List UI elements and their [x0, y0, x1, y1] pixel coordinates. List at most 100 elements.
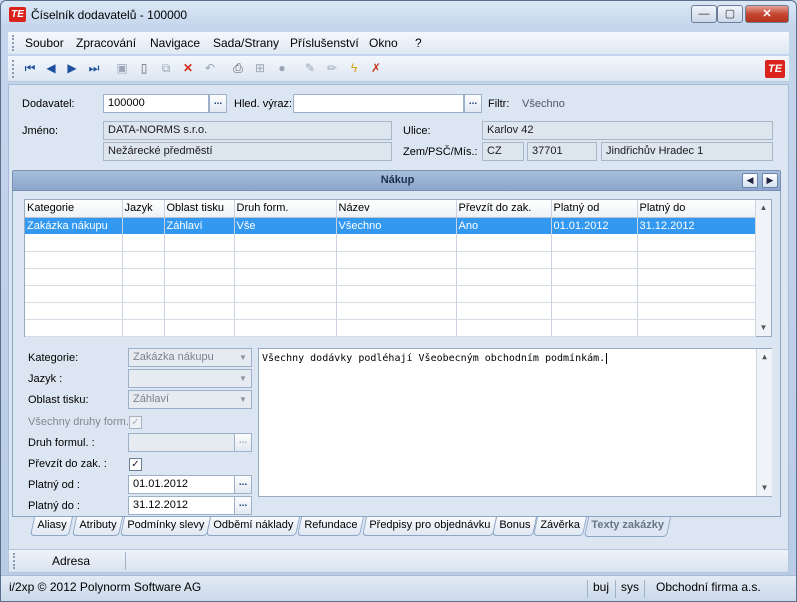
table-cell[interactable]: 01.01.2012 [551, 217, 638, 235]
last-record-icon[interactable]: ⏭ [86, 60, 102, 76]
table-row[interactable]: Zakázka nákupu Záhlaví Vše Všechno Ano 0… [25, 217, 756, 235]
stop-icon[interactable]: ● [274, 60, 290, 76]
close-button[interactable]: ✕ [745, 5, 789, 23]
save-icon[interactable]: ▣ [114, 60, 130, 76]
tab-odberni-naklady[interactable]: Odběmí náklady [205, 517, 301, 536]
address-tab[interactable]: Adresa [52, 554, 90, 568]
filtr-value: Všechno [522, 98, 565, 110]
column-header[interactable]: Převzít do zak. [456, 200, 552, 218]
column-header[interactable]: Platný od [551, 200, 638, 218]
prevzit-checkbox[interactable]: ✓ [129, 458, 142, 471]
empty-row[interactable] [25, 319, 756, 337]
table-cell[interactable]: Záhlaví [164, 217, 235, 235]
column-header[interactable]: Jazyk [122, 200, 165, 218]
first-record-icon[interactable]: ⏮ [22, 60, 38, 76]
menu-soubor[interactable]: Soubor [25, 36, 64, 50]
table-cell[interactable]: 31.12.2012 [637, 217, 756, 235]
maximize-button[interactable]: ▢ [717, 5, 743, 23]
druh-formul-input[interactable] [128, 433, 235, 452]
chevron-down-icon[interactable]: ▼ [235, 349, 251, 366]
pencil-icon[interactable]: ✏ [324, 60, 340, 76]
tab-predpisy[interactable]: Předpisy pro objednávku [361, 517, 498, 536]
minimize-button[interactable]: — [691, 5, 717, 23]
toolbar: ⏮ ◀ ▶ ⏭ ▣ ▯ ⧉ ✕ ↶ ⎙ ⊞ ● ✎ ✏ ϟ ✗ TE [8, 56, 789, 82]
jazyk-select[interactable] [128, 369, 252, 388]
tab-refundace[interactable]: Refundace [296, 517, 365, 536]
column-header[interactable]: Platný do [637, 200, 756, 218]
tab-aliasy[interactable]: Aliasy [29, 517, 74, 536]
vsechny-druhy-checkbox[interactable]: ✓ [129, 416, 142, 429]
ulice-field: Karlov 42 [482, 121, 773, 140]
platny-od-picker-button[interactable]: ... [234, 475, 252, 494]
lightning-icon[interactable]: ϟ [346, 60, 362, 76]
table-cell[interactable]: Vše [234, 217, 337, 235]
note-textarea[interactable]: Všechny dodávky podléhají Všeobecným obc… [258, 348, 772, 497]
delete-icon[interactable]: ✕ [180, 60, 196, 76]
platny-do-input[interactable]: 31.12.2012 [128, 496, 235, 515]
brand-logo-icon: TE [765, 60, 785, 78]
next-record-icon[interactable]: ▶ [64, 60, 80, 76]
print-icon[interactable]: ⎙ [230, 60, 246, 76]
note-scrollbar[interactable]: ▲ ▼ [756, 349, 772, 496]
table-cell[interactable]: Zakázka nákupu [25, 217, 123, 235]
menu-okno[interactable]: Okno [369, 36, 398, 50]
panel-next-button[interactable]: ▶ [762, 173, 778, 188]
scroll-up-icon[interactable]: ▲ [757, 350, 772, 364]
search-lookup-button[interactable]: ... [464, 94, 482, 113]
empty-row[interactable] [25, 302, 756, 320]
menu-navigace[interactable]: Navigace [150, 36, 200, 50]
edit-icon[interactable]: ✎ [302, 60, 318, 76]
menu-zpracovani[interactable]: Zpracování [76, 36, 136, 50]
empty-row[interactable] [25, 285, 756, 303]
search-expression-input[interactable] [293, 94, 464, 113]
column-header[interactable]: Název [336, 200, 457, 218]
tab-zaverka[interactable]: Závěrka [532, 517, 587, 536]
kategorie-select[interactable]: Zakázka nákupu [128, 348, 252, 367]
prevzit-label: Převzít do zak. : [28, 458, 107, 470]
status-bar: i/2xp © 2012 Polynorm Software AG buj sy… [1, 575, 796, 601]
grid-header-row: Kategorie Jazyk Oblast tisku Druh form. … [25, 200, 756, 218]
scroll-down-icon[interactable]: ▼ [757, 481, 772, 495]
menu-sada-strany[interactable]: Sada/Strany [213, 36, 279, 50]
empty-row[interactable] [25, 268, 756, 286]
title-bar[interactable]: TE Číselník dodavatelů - 100000 — ▢ ✕ [1, 1, 796, 29]
copy-icon[interactable]: ⧉ [158, 60, 174, 76]
tab-bonus[interactable]: Bonus [491, 517, 538, 536]
table-cell[interactable]: Všechno [336, 217, 457, 235]
empty-row[interactable] [25, 234, 756, 252]
druh-formul-lookup-button[interactable]: ... [234, 433, 252, 452]
scroll-down-icon[interactable]: ▼ [756, 321, 771, 335]
column-header[interactable]: Kategorie [25, 200, 123, 218]
tab-texty-zakazky[interactable]: Texty zakázky [583, 517, 671, 537]
chevron-down-icon[interactable]: ▼ [235, 370, 251, 387]
menu-help[interactable]: ? [415, 36, 422, 50]
oblast-tisku-select[interactable]: Záhlaví [128, 390, 252, 409]
tab-strip: Aliasy Atributy Podmínky slevy Odběmí ná… [12, 517, 781, 537]
dodavatel-lookup-button[interactable]: ... [209, 94, 227, 113]
empty-row[interactable] [25, 251, 756, 269]
table-cell[interactable]: Ano [456, 217, 552, 235]
platny-od-input[interactable]: 01.01.2012 [128, 475, 235, 494]
tree-icon[interactable]: ⊞ [252, 60, 268, 76]
undo-icon[interactable]: ↶ [202, 60, 218, 76]
menu-prislusenstvi[interactable]: Příslušenství [290, 36, 359, 50]
panel-title: Nákup [380, 174, 415, 186]
zem-psc-label: Zem/PSČ/Mís.: [403, 146, 478, 158]
chevron-down-icon[interactable]: ▼ [235, 391, 251, 408]
table-cell[interactable] [122, 217, 165, 235]
tab-podminky-slevy[interactable]: Podmínky slevy [119, 517, 212, 536]
clear-filter-icon[interactable]: ✗ [368, 60, 384, 76]
column-header[interactable]: Druh form. [234, 200, 337, 218]
grid-scrollbar[interactable]: ▲ ▼ [755, 200, 771, 336]
app-logo-icon: TE [9, 7, 26, 22]
prev-record-icon[interactable]: ◀ [43, 60, 59, 76]
data-grid[interactable]: Kategorie Jazyk Oblast tisku Druh form. … [24, 199, 772, 337]
scroll-up-icon[interactable]: ▲ [756, 201, 771, 215]
column-header[interactable]: Oblast tisku [164, 200, 235, 218]
platny-do-picker-button[interactable]: ... [234, 496, 252, 515]
new-record-icon[interactable]: ▯ [136, 60, 152, 76]
dodavatel-input[interactable]: 100000 [103, 94, 209, 113]
panel-prev-button[interactable]: ◀ [742, 173, 758, 188]
panel-header: Nákup ◀ ▶ [12, 170, 781, 191]
tab-atributy[interactable]: Atributy [71, 517, 124, 536]
